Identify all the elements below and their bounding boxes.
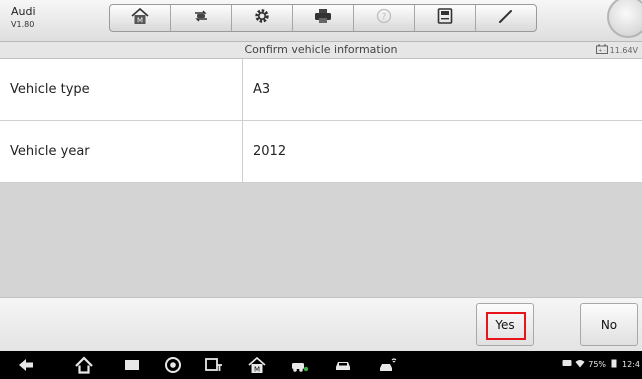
row-value: 2012	[253, 144, 287, 159]
tool-strip: M ?	[109, 4, 537, 32]
print-tool-button[interactable]	[293, 5, 354, 31]
row-label: Vehicle year	[0, 121, 243, 182]
edit-pen-icon	[496, 7, 516, 29]
battery-icon	[609, 359, 619, 370]
status-cluster: 75% 12:4	[562, 359, 640, 370]
vehicle-swap-tool-button[interactable]	[171, 5, 232, 31]
empty-content-area	[0, 183, 642, 297]
battery-percent: 75%	[588, 360, 607, 369]
screen-tool-icon[interactable]	[204, 356, 224, 374]
chrome-icon[interactable]	[163, 356, 183, 374]
action-bar: Yes No	[0, 297, 642, 351]
wifi-icon	[575, 359, 585, 370]
svg-text:+ -: + -	[598, 48, 606, 54]
svg-text:?: ?	[382, 13, 387, 23]
home-icon[interactable]	[74, 356, 94, 374]
recent-apps-icon[interactable]	[122, 356, 142, 374]
top-toolbar: Audi V1.80 M ?	[0, 0, 642, 42]
help-icon: ?	[374, 7, 394, 29]
home-tool-button[interactable]: M	[110, 5, 171, 31]
battery-voltage: 11.64V	[609, 45, 638, 55]
printer-icon	[313, 7, 333, 29]
home-icon: M	[130, 7, 150, 29]
car-icon[interactable]	[333, 356, 353, 374]
message-icon	[562, 359, 572, 370]
battery-voltage-indicator: + - 11.64V	[595, 44, 638, 56]
sub-header: Confirm vehicle information + - 11.64V	[0, 42, 642, 59]
table-row: Vehicle year 2012	[0, 121, 642, 183]
settings-tool-button[interactable]	[232, 5, 293, 31]
vehicle-swap-icon	[191, 7, 211, 29]
remote-car-icon[interactable]	[378, 356, 398, 374]
car-battery-icon: + -	[595, 44, 608, 56]
android-nav-bar: M 75% 12:4	[0, 351, 642, 379]
no-button[interactable]: No	[580, 303, 638, 346]
yes-button-highlight-box	[486, 312, 526, 340]
row-label: Vehicle type	[0, 59, 243, 120]
table-row: Vehicle type A3	[0, 59, 642, 121]
vehicle-info-table: Vehicle type A3 Vehicle year 2012	[0, 59, 642, 183]
save-tool-button[interactable]	[415, 5, 476, 31]
vehicle-service-icon[interactable]	[290, 356, 310, 374]
app-version: V1.80	[11, 20, 35, 29]
svg-text:M: M	[254, 366, 260, 374]
edit-tool-button[interactable]	[476, 5, 536, 31]
home-ring-button[interactable]	[607, 0, 642, 38]
settings-gear-icon	[252, 7, 272, 29]
clock: 12:4	[622, 360, 640, 369]
row-value: A3	[253, 82, 271, 97]
maxifix-home-icon[interactable]: M	[247, 356, 267, 374]
back-icon[interactable]	[16, 356, 36, 374]
page-title: Confirm vehicle information	[244, 43, 398, 56]
save-icon	[435, 7, 455, 29]
app-name: Audi	[11, 5, 36, 18]
svg-text:M: M	[137, 17, 143, 25]
help-tool-button[interactable]: ?	[354, 5, 415, 31]
screen: Audi V1.80 M ? Confirm vehicle informati…	[0, 0, 642, 379]
